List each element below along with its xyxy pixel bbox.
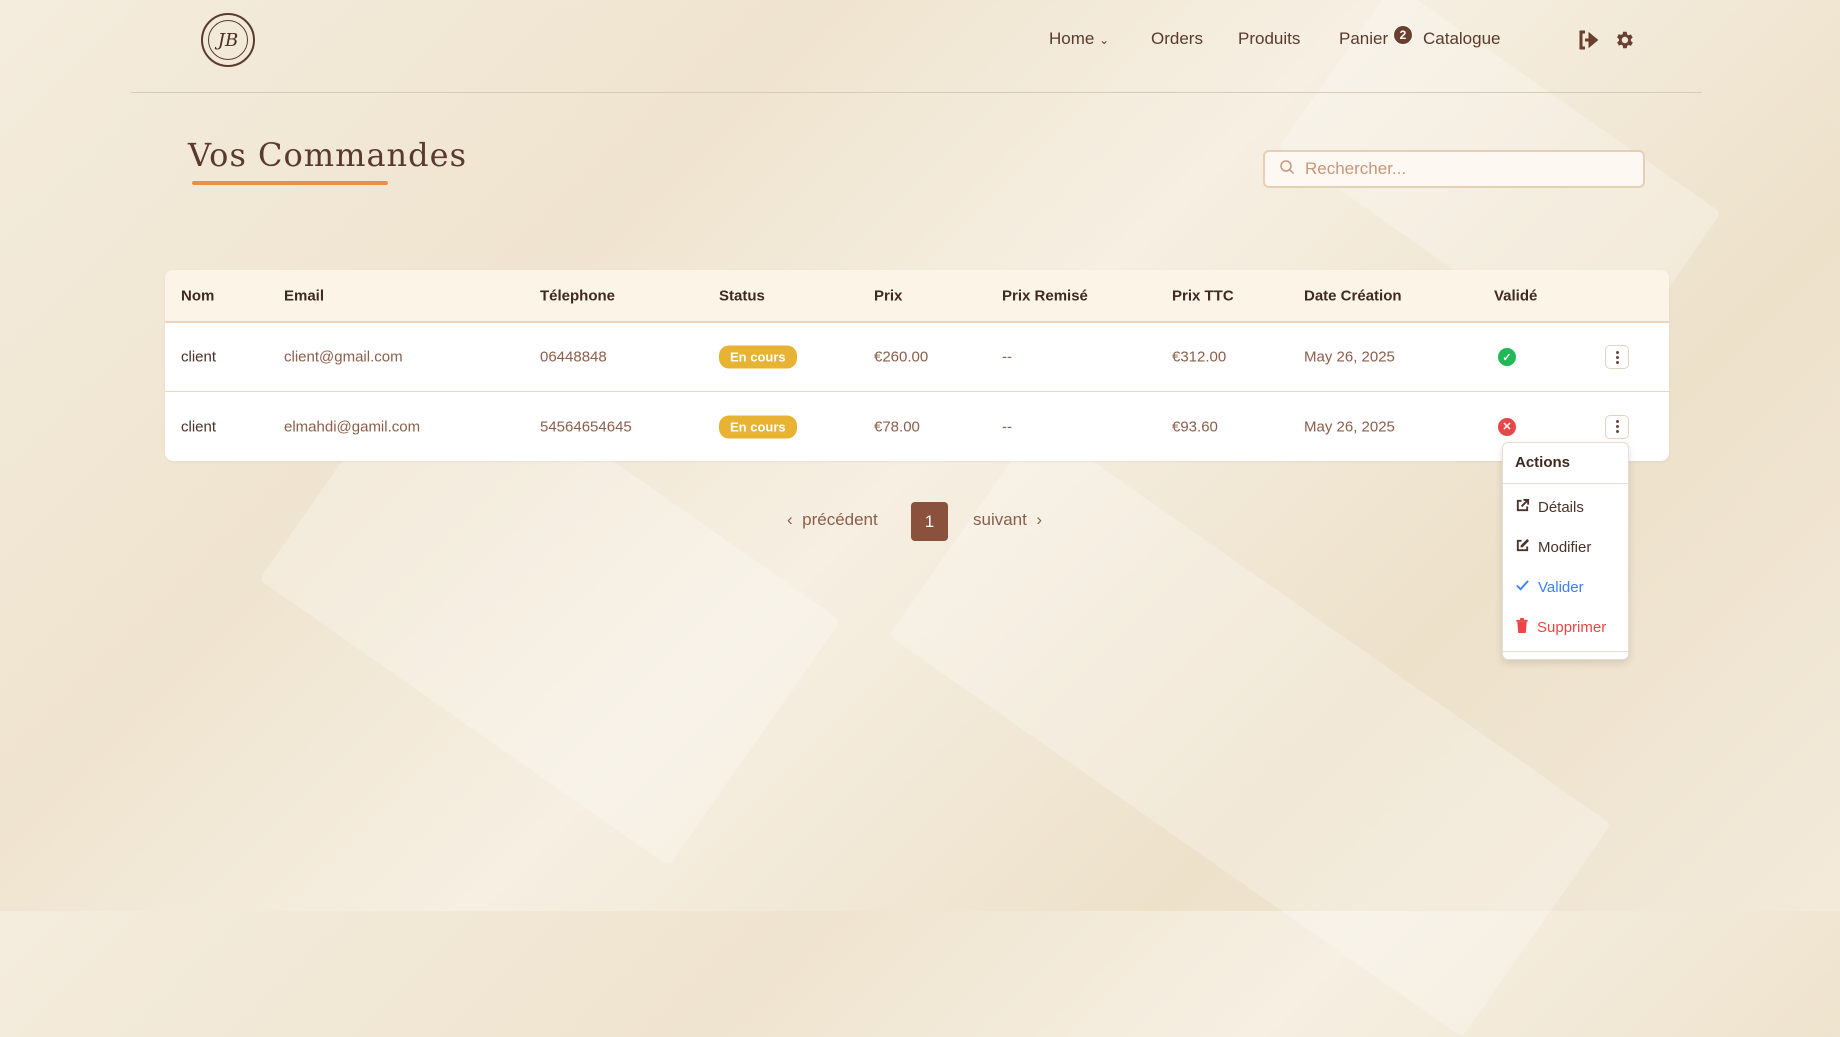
cell-email: elmahdi@gamil.com xyxy=(284,418,421,435)
cell-prix-ttc: €93.60 xyxy=(1172,418,1218,435)
brand-logo[interactable]: JB xyxy=(201,13,255,67)
validated-check-icon: ✓ xyxy=(1498,348,1516,366)
nav-catalogue[interactable]: Catalogue xyxy=(1423,29,1501,49)
nav-home[interactable]: Home ⌄ xyxy=(1049,29,1109,49)
col-email: Email xyxy=(284,287,325,304)
page-title: Vos Commandes xyxy=(188,136,467,174)
pagination-next-label: suivant xyxy=(973,510,1027,529)
actions-dropdown: Actions Détails Modifier Valider Supprim… xyxy=(1502,442,1629,660)
settings-gear-icon[interactable] xyxy=(1613,29,1635,56)
cell-prix-remise: -- xyxy=(1002,418,1012,435)
cell-nom: client xyxy=(181,418,217,435)
chevron-down-icon: ⌄ xyxy=(1099,33,1110,47)
menu-item-details[interactable]: Détails xyxy=(1515,498,1584,517)
cell-telephone: 06448848 xyxy=(540,348,607,366)
pagination-prev-label: précédent xyxy=(802,510,878,529)
nav-produits[interactable]: Produits xyxy=(1238,29,1300,49)
col-valide: Validé xyxy=(1494,287,1538,304)
cell-prix-remise: -- xyxy=(1002,348,1012,366)
col-prix-ttc: Prix TTC xyxy=(1172,287,1234,304)
status-badge: En cours xyxy=(719,415,797,438)
table-header: Nom Email Télephone Status Prix Prix Rem… xyxy=(165,270,1669,323)
pagination-next[interactable]: suivant › xyxy=(973,510,1042,530)
logout-icon[interactable] xyxy=(1577,29,1599,56)
chevron-left-icon: ‹ xyxy=(787,510,793,529)
nav-panier[interactable]: Panier xyxy=(1339,29,1388,49)
menu-item-label: Supprimer xyxy=(1537,619,1607,636)
menu-item-label: Détails xyxy=(1538,499,1584,516)
col-date-creation: Date Création xyxy=(1304,287,1402,304)
table-row: client client@gmail.com 06448848 En cour… xyxy=(165,323,1669,392)
menu-item-label: Valider xyxy=(1538,579,1584,596)
trash-icon xyxy=(1515,618,1529,637)
external-link-icon xyxy=(1515,498,1530,517)
pagination-previous[interactable]: ‹ précédent xyxy=(787,510,878,530)
title-underline xyxy=(192,181,388,185)
search-input[interactable] xyxy=(1305,159,1625,179)
cell-date: May 26, 2025 xyxy=(1304,348,1395,366)
cell-email: client@gmail.com xyxy=(284,348,403,366)
chevron-right-icon: › xyxy=(1036,510,1042,529)
cell-date: May 26, 2025 xyxy=(1304,418,1395,435)
menu-item-label: Modifier xyxy=(1538,539,1592,556)
nav-home-label: Home xyxy=(1049,29,1095,48)
pagination-page-current[interactable]: 1 xyxy=(911,502,948,541)
col-nom: Nom xyxy=(181,287,215,304)
header-divider xyxy=(131,92,1702,93)
not-validated-x-icon: ✕ xyxy=(1498,417,1516,436)
orders-table: Nom Email Télephone Status Prix Prix Rem… xyxy=(165,270,1669,461)
row-actions-button[interactable] xyxy=(1605,345,1629,369)
menu-divider xyxy=(1503,651,1628,652)
col-telephone: Télephone xyxy=(540,287,616,304)
cell-prix: €260.00 xyxy=(874,348,929,366)
menu-divider xyxy=(1503,483,1628,484)
nav-orders[interactable]: Orders xyxy=(1151,29,1203,49)
col-prix-remise: Prix Remisé xyxy=(1002,287,1088,304)
cell-prix: €78.00 xyxy=(874,418,920,435)
table-row: client elmahdi@gamil.com 54564654645 En … xyxy=(165,392,1669,461)
check-icon xyxy=(1515,578,1530,597)
menu-item-supprimer[interactable]: Supprimer xyxy=(1515,618,1606,637)
cell-nom: client xyxy=(181,348,217,366)
col-prix: Prix xyxy=(874,287,903,304)
menu-item-valider[interactable]: Valider xyxy=(1515,578,1584,597)
status-badge: En cours xyxy=(719,345,797,369)
cell-prix-ttc: €312.00 xyxy=(1172,348,1227,366)
edit-icon xyxy=(1515,538,1530,557)
cell-telephone: 54564654645 xyxy=(540,418,632,435)
search-icon xyxy=(1279,159,1295,180)
menu-item-modifier[interactable]: Modifier xyxy=(1515,538,1591,557)
search-box[interactable] xyxy=(1263,150,1645,188)
logo-monogram: JB xyxy=(208,20,248,60)
row-actions-button[interactable] xyxy=(1605,414,1629,439)
actions-menu-title: Actions xyxy=(1515,454,1571,471)
col-status: Status xyxy=(719,287,765,304)
cart-count-badge: 2 xyxy=(1393,25,1413,45)
